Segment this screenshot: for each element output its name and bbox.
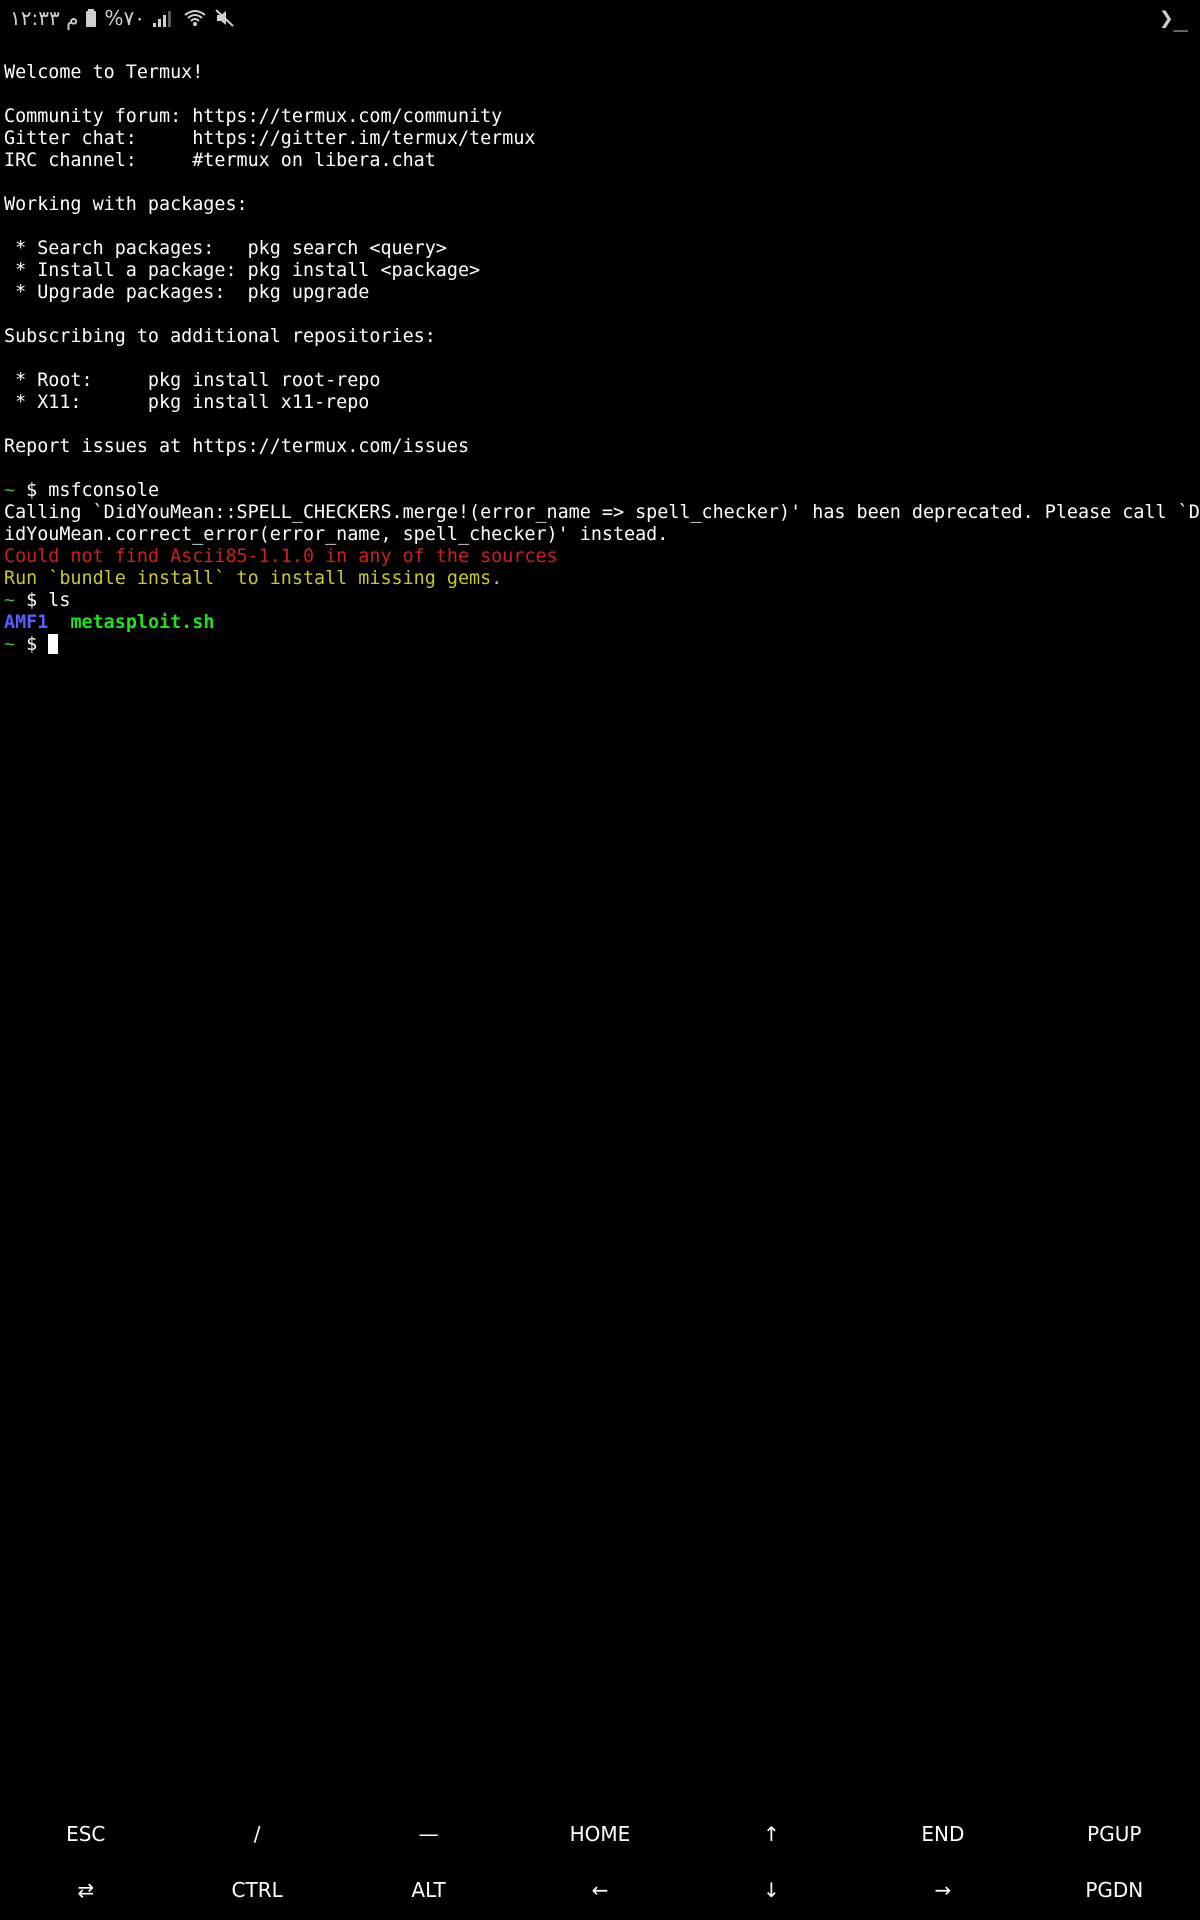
terminal-text: IRC channel: #termux on libera.chat bbox=[4, 150, 436, 171]
status-left: م ۱۲:۳۳ %۷۰ bbox=[10, 6, 235, 30]
terminal-text: idYouMean.correct_error(error_name, spel… bbox=[4, 524, 669, 545]
terminal-text: ~ bbox=[4, 590, 16, 611]
terminal-text: Run `bundle install` to install missing … bbox=[4, 568, 503, 589]
battery-icon bbox=[86, 9, 97, 27]
terminal-text: $ ls bbox=[15, 590, 71, 611]
terminal-line: Run `bundle install` to install missing … bbox=[4, 568, 1196, 590]
terminal-line: Gitter chat: https://gitter.im/termux/te… bbox=[4, 128, 1196, 150]
terminal-line: Could not find Ascii85-1.1.0 in any of t… bbox=[4, 546, 1196, 568]
terminal-line: * Search packages: pkg search <query> bbox=[4, 238, 1196, 260]
slash-key[interactable]: / bbox=[171, 1806, 342, 1862]
terminal-line: Community forum: https://termux.com/comm… bbox=[4, 106, 1196, 128]
text-cursor bbox=[48, 634, 59, 654]
signal-icon bbox=[152, 9, 175, 27]
terminal-text: Community forum: https://termux.com/comm… bbox=[4, 106, 503, 127]
terminal-text: Welcome to Termux! bbox=[4, 62, 204, 83]
terminal-line: * X11: pkg install x11-repo bbox=[4, 392, 1196, 414]
terminal-line: ~ $ ls bbox=[4, 590, 1196, 612]
terminal-line: Report issues at https://termux.com/issu… bbox=[4, 436, 1196, 458]
terminal-line: AMF1 metasploit.sh bbox=[4, 612, 1196, 634]
terminal-text: AMF1 bbox=[4, 612, 49, 633]
terminal-line: Working with packages: bbox=[4, 194, 1196, 216]
prompt-dollar: $ bbox=[15, 634, 49, 655]
terminal-output[interactable]: Welcome to Termux! Community forum: https… bbox=[4, 62, 1200, 656]
terminal-text: $ msfconsole bbox=[15, 480, 160, 501]
wifi-icon bbox=[183, 9, 207, 27]
page-down-key[interactable]: PGDN bbox=[1029, 1862, 1200, 1918]
terminal-line: Welcome to Termux! bbox=[4, 62, 1196, 84]
terminal-line: ~ $ msfconsole bbox=[4, 480, 1196, 502]
esc-key[interactable]: ESC bbox=[0, 1806, 171, 1862]
prompt-line[interactable]: ~ $ bbox=[4, 634, 1196, 656]
arrow-up-key[interactable]: ↑ bbox=[686, 1806, 857, 1862]
terminal-text: * Search packages: pkg search <query> bbox=[4, 238, 447, 259]
terminal-text: Report issues at https://termux.com/issu… bbox=[4, 436, 470, 457]
arrow-down-key[interactable]: ↓ bbox=[686, 1862, 857, 1918]
extra-keys-bar: ESC / — HOME ↑ END PGUP ⇄ CTRL ALT ← ↓ → PGDN bbox=[0, 1806, 1200, 1920]
tab-key[interactable]: ⇄ bbox=[0, 1862, 171, 1918]
status-bar: م ۱۲:۳۳ %۷۰ ❯_ bbox=[0, 0, 1200, 40]
mute-icon bbox=[215, 9, 235, 27]
arrow-left-key[interactable]: ← bbox=[514, 1862, 685, 1918]
terminal-line: * Upgrade packages: pkg upgrade bbox=[4, 282, 1196, 304]
terminal-text: Working with packages: bbox=[4, 194, 248, 215]
terminal-line: Subscribing to additional repositories: bbox=[4, 326, 1196, 348]
terminal-text: Calling `DidYouMean::SPELL_CHECKERS.merg… bbox=[4, 502, 1200, 523]
terminal-text: * Root: pkg install root-repo bbox=[4, 370, 381, 391]
terminal-text: ~ bbox=[4, 480, 16, 501]
arrow-right-key[interactable]: → bbox=[857, 1862, 1028, 1918]
home-key[interactable]: HOME bbox=[514, 1806, 685, 1862]
ctrl-key[interactable]: CTRL bbox=[171, 1862, 342, 1918]
terminal-line: * Install a package: pkg install <packag… bbox=[4, 260, 1196, 282]
terminal-text: Could not find Ascii85-1.1.0 in any of t… bbox=[4, 546, 558, 567]
alt-key[interactable]: ALT bbox=[343, 1862, 514, 1918]
terminal-text: * Install a package: pkg install <packag… bbox=[4, 260, 481, 281]
terminal-text: * Upgrade packages: pkg upgrade bbox=[4, 282, 370, 303]
battery-level: %۷۰ bbox=[104, 6, 145, 30]
terminal-text: Gitter chat: https://gitter.im/termux/te… bbox=[4, 128, 536, 149]
dash-key[interactable]: — bbox=[343, 1806, 514, 1862]
prompt-tilde: ~ bbox=[4, 634, 16, 655]
terminal-text: Subscribing to additional repositories: bbox=[4, 326, 436, 347]
terminal-line: Calling `DidYouMean::SPELL_CHECKERS.merg… bbox=[4, 502, 1200, 524]
status-time: م ۱۲:۳۳ bbox=[10, 6, 79, 30]
terminal-text: * X11: pkg install x11-repo bbox=[4, 392, 370, 413]
page-up-key[interactable]: PGUP bbox=[1029, 1806, 1200, 1862]
terminal-line: * Root: pkg install root-repo bbox=[4, 370, 1196, 392]
termux-session-icon[interactable]: ❯_ bbox=[1159, 4, 1188, 32]
terminal-text: metasploit.sh bbox=[70, 612, 215, 633]
terminal-line: idYouMean.correct_error(error_name, spel… bbox=[4, 524, 1196, 546]
end-key[interactable]: END bbox=[857, 1806, 1028, 1862]
terminal-line: IRC channel: #termux on libera.chat bbox=[4, 150, 1196, 172]
